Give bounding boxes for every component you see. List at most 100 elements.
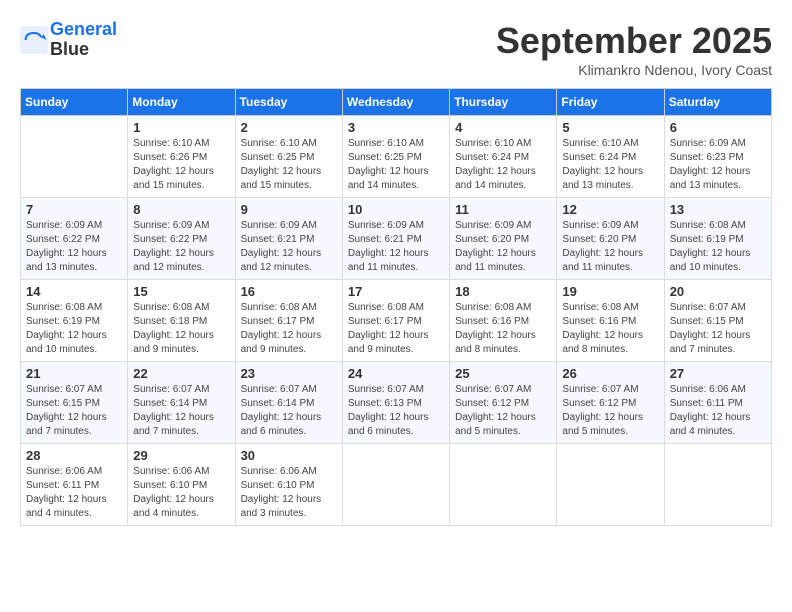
day-number: 18 [455,284,551,299]
calendar-cell: 7 Sunrise: 6:09 AMSunset: 6:22 PMDaylight… [21,198,128,280]
day-info: Sunrise: 6:09 AMSunset: 6:22 PMDaylight:… [26,219,122,275]
day-number: 28 [26,448,122,463]
day-info: Sunrise: 6:08 AMSunset: 6:17 PMDaylight:… [348,301,444,357]
day-number: 19 [562,284,658,299]
logo: General Blue [20,20,117,60]
day-info: Sunrise: 6:08 AMSunset: 6:19 PMDaylight:… [26,301,122,357]
day-info: Sunrise: 6:09 AMSunset: 6:23 PMDaylight:… [670,137,766,193]
day-number: 16 [241,284,337,299]
calendar-cell [664,444,771,526]
day-info: Sunrise: 6:10 AMSunset: 6:24 PMDaylight:… [455,137,551,193]
col-header-friday: Friday [557,89,664,116]
day-number: 27 [670,366,766,381]
week-row-4: 21 Sunrise: 6:07 AMSunset: 6:15 PMDayligh… [21,362,772,444]
day-info: Sunrise: 6:10 AMSunset: 6:24 PMDaylight:… [562,137,658,193]
col-header-sunday: Sunday [21,89,128,116]
day-number: 12 [562,202,658,217]
header-row: SundayMondayTuesdayWednesdayThursdayFrid… [21,89,772,116]
day-info: Sunrise: 6:07 AMSunset: 6:14 PMDaylight:… [133,383,229,439]
logo-icon [20,26,48,54]
day-info: Sunrise: 6:07 AMSunset: 6:14 PMDaylight:… [241,383,337,439]
day-info: Sunrise: 6:08 AMSunset: 6:18 PMDaylight:… [133,301,229,357]
day-number: 13 [670,202,766,217]
week-row-2: 7 Sunrise: 6:09 AMSunset: 6:22 PMDaylight… [21,198,772,280]
day-number: 8 [133,202,229,217]
day-info: Sunrise: 6:10 AMSunset: 6:25 PMDaylight:… [241,137,337,193]
logo-text: General Blue [50,20,117,60]
day-number: 17 [348,284,444,299]
col-header-wednesday: Wednesday [342,89,449,116]
day-number: 10 [348,202,444,217]
day-number: 3 [348,120,444,135]
day-number: 26 [562,366,658,381]
location-subtitle: Klimankro Ndenou, Ivory Coast [496,62,772,78]
col-header-monday: Monday [128,89,235,116]
day-info: Sunrise: 6:09 AMSunset: 6:21 PMDaylight:… [241,219,337,275]
calendar-cell: 6Sunrise: 6:09 AMSunset: 6:23 PMDaylight… [664,116,771,198]
day-number: 11 [455,202,551,217]
day-number: 29 [133,448,229,463]
calendar-cell: 30Sunrise: 6:06 AMSunset: 6:10 PMDayligh… [235,444,342,526]
calendar-cell: 12Sunrise: 6:09 AMSunset: 6:20 PMDayligh… [557,198,664,280]
calendar-cell: 11 Sunrise: 6:09 AMSunset: 6:20 PMDayligh… [450,198,557,280]
week-row-3: 14 Sunrise: 6:08 AMSunset: 6:19 PMDayligh… [21,280,772,362]
calendar-cell: 20 Sunrise: 6:07 AMSunset: 6:15 PMDayligh… [664,280,771,362]
day-number: 9 [241,202,337,217]
calendar-cell: 23 Sunrise: 6:07 AMSunset: 6:14 PMDayligh… [235,362,342,444]
calendar-cell: 4 Sunrise: 6:10 AMSunset: 6:24 PMDaylight… [450,116,557,198]
page-header: General Blue September 2025 Klimankro Nd… [20,20,772,78]
col-header-tuesday: Tuesday [235,89,342,116]
day-info: Sunrise: 6:07 AMSunset: 6:12 PMDaylight:… [455,383,551,439]
day-number: 23 [241,366,337,381]
day-info: Sunrise: 6:07 AMSunset: 6:13 PMDaylight:… [348,383,444,439]
week-row-5: 28Sunrise: 6:06 AMSunset: 6:11 PMDayligh… [21,444,772,526]
calendar-cell: 24Sunrise: 6:07 AMSunset: 6:13 PMDayligh… [342,362,449,444]
calendar-cell [450,444,557,526]
calendar-cell: 9 Sunrise: 6:09 AMSunset: 6:21 PMDaylight… [235,198,342,280]
calendar-cell: 15 Sunrise: 6:08 AMSunset: 6:18 PMDayligh… [128,280,235,362]
calendar-cell [21,116,128,198]
day-number: 21 [26,366,122,381]
day-info: Sunrise: 6:08 AMSunset: 6:16 PMDaylight:… [455,301,551,357]
calendar-cell: 22 Sunrise: 6:07 AMSunset: 6:14 PMDayligh… [128,362,235,444]
calendar-cell: 21 Sunrise: 6:07 AMSunset: 6:15 PMDayligh… [21,362,128,444]
calendar-cell: 5Sunrise: 6:10 AMSunset: 6:24 PMDaylight… [557,116,664,198]
calendar-cell: 2 Sunrise: 6:10 AMSunset: 6:25 PMDaylight… [235,116,342,198]
day-number: 20 [670,284,766,299]
month-title: September 2025 [496,20,772,62]
calendar-cell: 28Sunrise: 6:06 AMSunset: 6:11 PMDayligh… [21,444,128,526]
day-info: Sunrise: 6:08 AMSunset: 6:16 PMDaylight:… [562,301,658,357]
calendar-cell: 29 Sunrise: 6:06 AMSunset: 6:10 PMDayligh… [128,444,235,526]
day-info: Sunrise: 6:06 AMSunset: 6:10 PMDaylight:… [241,465,337,521]
day-info: Sunrise: 6:09 AMSunset: 6:20 PMDaylight:… [455,219,551,275]
day-number: 15 [133,284,229,299]
calendar-cell: 18 Sunrise: 6:08 AMSunset: 6:16 PMDayligh… [450,280,557,362]
day-info: Sunrise: 6:06 AMSunset: 6:10 PMDaylight:… [133,465,229,521]
calendar-cell: 25Sunrise: 6:07 AMSunset: 6:12 PMDayligh… [450,362,557,444]
calendar-cell: 17 Sunrise: 6:08 AMSunset: 6:17 PMDayligh… [342,280,449,362]
calendar-cell: 8 Sunrise: 6:09 AMSunset: 6:22 PMDaylight… [128,198,235,280]
day-info: Sunrise: 6:07 AMSunset: 6:15 PMDaylight:… [670,301,766,357]
day-info: Sunrise: 6:09 AMSunset: 6:21 PMDaylight:… [348,219,444,275]
day-number: 1 [133,120,229,135]
day-info: Sunrise: 6:09 AMSunset: 6:22 PMDaylight:… [133,219,229,275]
day-info: Sunrise: 6:08 AMSunset: 6:19 PMDaylight:… [670,219,766,275]
day-number: 14 [26,284,122,299]
calendar-cell: 27 Sunrise: 6:06 AMSunset: 6:11 PMDayligh… [664,362,771,444]
week-row-1: 1Sunrise: 6:10 AMSunset: 6:26 PMDaylight… [21,116,772,198]
calendar-table: SundayMondayTuesdayWednesdayThursdayFrid… [20,88,772,526]
day-number: 22 [133,366,229,381]
day-info: Sunrise: 6:07 AMSunset: 6:15 PMDaylight:… [26,383,122,439]
calendar-cell: 16 Sunrise: 6:08 AMSunset: 6:17 PMDayligh… [235,280,342,362]
day-info: Sunrise: 6:06 AMSunset: 6:11 PMDaylight:… [670,383,766,439]
col-header-saturday: Saturday [664,89,771,116]
day-number: 4 [455,120,551,135]
calendar-cell: 10 Sunrise: 6:09 AMSunset: 6:21 PMDayligh… [342,198,449,280]
day-number: 2 [241,120,337,135]
calendar-cell: 13 Sunrise: 6:08 AMSunset: 6:19 PMDayligh… [664,198,771,280]
day-info: Sunrise: 6:08 AMSunset: 6:17 PMDaylight:… [241,301,337,357]
day-number: 7 [26,202,122,217]
calendar-cell: 26Sunrise: 6:07 AMSunset: 6:12 PMDayligh… [557,362,664,444]
calendar-cell [342,444,449,526]
title-block: September 2025 Klimankro Ndenou, Ivory C… [496,20,772,78]
